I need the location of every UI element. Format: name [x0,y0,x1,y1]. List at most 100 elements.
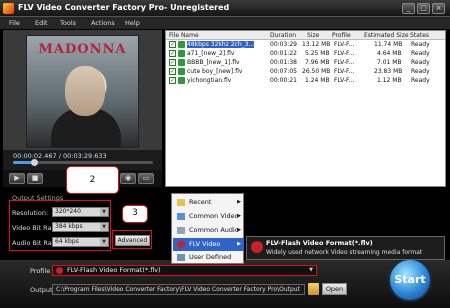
callout-box-3 [112,230,152,249]
menu-item-label: Common Video [189,212,239,220]
chevron-right-icon: ▶ [237,199,241,205]
chevron-right-icon: ▶ [237,241,241,247]
col-duration[interactable]: Duration [270,32,296,39]
table-row[interactable]: ✓ cute boy_[new].flv 00:07:05 26.50 MB F… [166,67,445,76]
col-profile[interactable]: Profile [332,32,351,39]
video-file-icon [178,50,185,57]
table-row[interactable]: ✓ BBBB_[new_1].flv 00:01:38 7.96 MB FLV-… [166,58,445,67]
menu-edit[interactable]: Edit [35,19,48,27]
estimated-size-cell: 4.64 MB [377,50,402,57]
table-row[interactable]: ✓ a71_[new_2].flv 00:01:22 5.25 MB FLV-F… [166,49,445,58]
checkbox-checked-icon[interactable]: ✓ [169,41,176,48]
album-cover-title: MADONNA [38,42,127,57]
seek-bar[interactable] [13,159,153,166]
flash-icon [56,267,63,274]
checkbox-checked-icon[interactable]: ✓ [169,59,176,66]
profile-cell: FLV-F... [334,50,355,57]
estimated-size-cell: 7.01 MB [377,59,402,66]
col-size[interactable]: Size [307,32,319,39]
submenu-format-title: FLV-Flash Video Format(*.flv) [266,239,373,247]
minimize-button[interactable]: _ [402,3,415,14]
profile-cell: FLV-F... [334,41,355,48]
callout-label-3: 3 [122,205,148,223]
menu-item-label: Recent [189,198,212,206]
menu-bar: File Edit Tools Actions Help [0,17,450,29]
stop-button[interactable]: ■ [27,173,43,184]
duration-cell: 00:00:21 [270,77,297,84]
duration-cell: 00:01:22 [270,50,297,57]
size-cell: 26.50 MB [302,68,331,75]
video-file-icon [178,41,185,48]
estimated-size-cell: 23.83 MB [374,68,403,75]
profile-cell: FLV-F... [334,77,355,84]
checkbox-checked-icon[interactable]: ✓ [169,77,176,84]
menu-actions[interactable]: Actions [91,19,115,27]
menu-item-label: Common Audio [189,226,239,234]
duration-cell: 00:07:05 [270,68,297,75]
menu-item-common-audio[interactable]: Common Audio ▶ [173,224,244,237]
size-cell: 7.96 MB [305,59,330,66]
snapshot-folder-icon[interactable]: ▭ [138,173,154,184]
duration-cell: 00:01:38 [270,59,297,66]
file-name-cell: 48kbps 32khz 2ch_3... [187,41,255,48]
chevron-right-icon: ▶ [237,227,241,233]
profile-value: FLV-Flash Video Format(*.flv) [67,266,161,274]
window-title: FLV Video Converter Factory Pro- Unregis… [18,3,230,12]
menu-item-user-defined[interactable]: User Defined [173,251,244,264]
col-states[interactable]: States [410,32,429,39]
flash-icon [177,241,185,248]
file-name-cell: a71_[new_2].flv [187,50,235,57]
snapshot-icon[interactable]: ◉ [120,173,136,184]
estimated-size-cell: 11.74 MB [374,41,403,48]
album-cover-image: MADONNA [26,35,139,148]
file-list: File Name Duration Size Profile Estimate… [165,30,446,187]
app-logo-icon [3,3,14,14]
output-path-field[interactable]: C:\Program Files\Video Converter Factory… [52,284,305,295]
profile-context-menu: Recent ▶ Common Video ▶ Common Audio ▶ F… [171,193,244,264]
video-file-icon [178,59,185,66]
profile-select[interactable]: FLV-Flash Video Format(*.flv) ▼ [52,265,317,276]
estimated-size-cell: 1.12 MB [377,77,402,84]
file-name-cell: cute boy_[new].flv [187,68,243,75]
close-button[interactable]: × [432,3,445,14]
cover-figure-face [65,66,105,116]
submenu-format-description: Widely used network Video streaming medi… [266,249,423,256]
col-estimated-size[interactable]: Estimated Size [364,32,409,39]
start-button[interactable]: Start [388,258,432,302]
callout-label-2: 2 [66,166,119,194]
chevron-right-icon: ▶ [237,213,241,219]
size-cell: 5.25 MB [305,50,330,57]
title-bar: FLV Video Converter Factory Pro- Unregis… [0,0,450,17]
menu-help[interactable]: Help [125,19,140,27]
file-name-cell: yichongtian.flv [187,77,232,84]
video-file-icon [178,77,185,84]
user-defined-icon [177,254,185,261]
profile-label: Profile [30,267,51,275]
play-button[interactable]: ▶ [9,173,25,184]
table-row[interactable]: ✓ yichongtian.flv 00:00:21 1.24 MB FLV-F… [166,76,445,85]
menu-item-recent[interactable]: Recent ▶ [173,196,244,209]
video-file-icon [178,68,185,75]
menu-tools[interactable]: Tools [60,19,76,27]
menu-item-common-video[interactable]: Common Video ▶ [173,210,244,223]
flv-submenu[interactable]: FLV-Flash Video Format(*.flv) Widely use… [246,236,445,260]
profile-cell: FLV-F... [334,68,355,75]
checkbox-checked-icon[interactable]: ✓ [169,50,176,57]
maximize-button[interactable]: □ [417,3,430,14]
size-cell: 13.12 MB [302,41,331,48]
checkbox-checked-icon[interactable]: ✓ [169,68,176,75]
col-file-name[interactable]: File Name [169,32,199,39]
callout-box-2 [9,200,111,251]
menu-item-flv-video[interactable]: FLV Video ▶ [173,238,244,251]
menu-item-label: FLV Video [189,240,221,248]
state-cell: Ready [411,41,430,48]
browse-folder-icon[interactable] [308,283,319,295]
seek-handle[interactable] [31,159,38,166]
file-name-cell: BBBB_[new_1].flv [187,59,240,66]
table-row[interactable]: ✓ 48kbps 32khz 2ch_3... 00:03:29 13.12 M… [166,40,445,49]
state-cell: Ready [411,68,430,75]
audio-icon [177,227,185,234]
open-button[interactable]: Open [322,283,347,295]
video-preview: MADONNA [3,30,162,150]
menu-file[interactable]: File [9,19,20,27]
